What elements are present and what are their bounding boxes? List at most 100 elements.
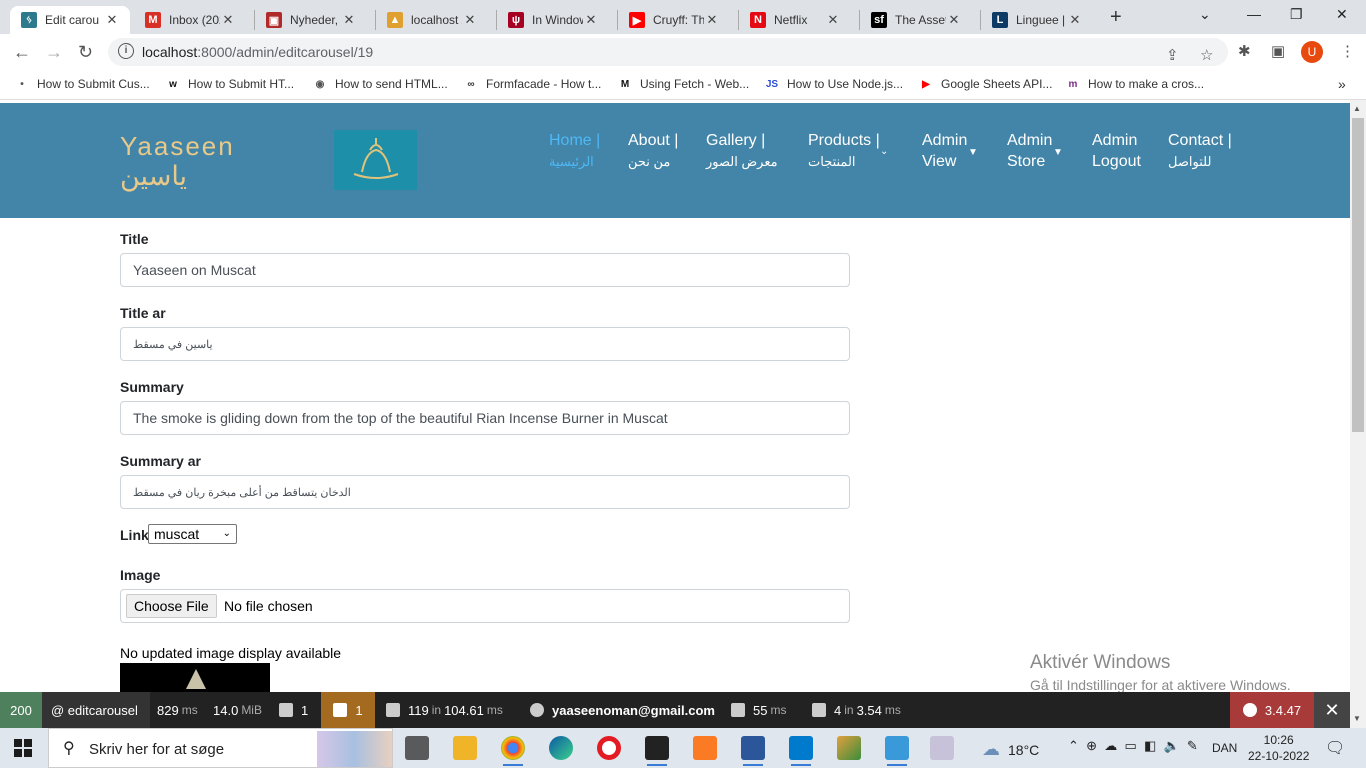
site-logo-image[interactable] — [334, 130, 417, 190]
products-caret-icon[interactable]: ⌄ — [880, 146, 888, 157]
tab-6[interactable]: ▶ Cruyff: The✕ — [618, 6, 730, 34]
tab-close-icon[interactable]: ✕ — [341, 12, 357, 28]
new-tab-button[interactable]: + — [1110, 6, 1122, 29]
windows-start-icon[interactable] — [14, 739, 32, 757]
site-logo-text[interactable]: Yaaseen ياسين — [120, 131, 235, 191]
nav-item-6[interactable]: Admin Store — [1007, 130, 1052, 172]
tab-title: Netflix — [774, 13, 808, 27]
notification-icon[interactable]: 🗨 — [1325, 738, 1345, 758]
nav-item-3[interactable]: Gallery | معرض الصور — [706, 130, 778, 172]
tab-close-icon[interactable]: ✕ — [1067, 12, 1083, 28]
minimize-button[interactable]: — — [1247, 6, 1261, 22]
opera-icon[interactable] — [597, 736, 621, 760]
bookmark-item[interactable]: M Using Fetch - Web... — [617, 76, 749, 92]
tab-close-icon[interactable]: ✕ — [220, 12, 236, 28]
nav-item-7[interactable]: Admin Logout — [1092, 130, 1141, 172]
weather-widget[interactable]: ☁ 18°C — [982, 739, 1039, 760]
sf-twig[interactable]: 119 in 104.61 ms — [386, 692, 503, 728]
restore-button[interactable]: ❐ — [1290, 6, 1303, 23]
system-tray[interactable]: ⌃ ⊕ ☁ ▭ ◧ 🔈 ✎ — [1068, 738, 1198, 754]
image-file-input[interactable]: Choose File No file chosen — [120, 589, 850, 623]
sf-user[interactable]: yaaseenoman@gmail.com — [530, 692, 715, 728]
nav-item-2[interactable]: About | من نحن — [628, 130, 678, 172]
tab-5[interactable]: ψ In Window ✕ — [497, 6, 609, 34]
edge-icon[interactable] — [549, 736, 573, 760]
sf-memory[interactable]: 14.0 MiB — [213, 692, 262, 728]
tab-close-icon[interactable]: ✕ — [583, 12, 599, 28]
taskbar-clock[interactable]: 10:26 22-10-2022 — [1248, 732, 1309, 764]
bookmark-item[interactable]: • How to Submit Cus... — [14, 76, 149, 92]
sf-route[interactable]: @ editcarousel — [42, 692, 150, 728]
title-input[interactable]: Yaaseen on Muscat — [120, 253, 850, 287]
reload-icon[interactable]: ↻ — [78, 42, 93, 63]
chrome-icon[interactable] — [501, 736, 525, 766]
vscode-icon[interactable] — [789, 736, 813, 766]
taskbar-search[interactable]: ⚲ Skriv her for at søge — [48, 728, 393, 768]
tab-close-icon[interactable]: ✕ — [462, 12, 478, 28]
bookmarks-more-icon[interactable]: » — [1338, 76, 1346, 92]
tab-close-icon[interactable]: ✕ — [825, 12, 841, 28]
bookmark-item[interactable]: ◉ How to send HTML... — [312, 76, 448, 92]
sf-status-code[interactable]: 200 — [0, 692, 42, 728]
sf-time[interactable]: 829 ms — [157, 692, 198, 728]
title-ar-input[interactable]: ياسين في مسقط — [120, 327, 850, 361]
task-view-icon[interactable] — [405, 736, 429, 760]
tab-close-icon[interactable]: ✕ — [704, 12, 720, 28]
side-panel-icon[interactable]: ▣ — [1271, 42, 1285, 60]
tab-9[interactable]: L Linguee | D✕ — [981, 6, 1093, 34]
menu-icon[interactable]: ⋮ — [1340, 42, 1355, 60]
app-icon[interactable] — [837, 736, 861, 760]
terminal-icon[interactable] — [645, 736, 669, 766]
profile-avatar[interactable]: U — [1301, 41, 1323, 63]
bookmark-item[interactable]: ▶ Google Sheets API... — [918, 76, 1052, 92]
sf-render-time[interactable]: 55 ms — [731, 692, 786, 728]
address-bar[interactable]: i localhost:8000/admin/editcarousel/19 ⇪… — [108, 38, 1228, 66]
language-indicator[interactable]: DAN — [1212, 741, 1237, 755]
admin-view-caret-icon[interactable]: ▼ — [968, 147, 978, 158]
sf-version[interactable]: 3.4.47 — [1230, 692, 1314, 728]
word-icon[interactable] — [741, 736, 765, 766]
bookmark-item[interactable]: ∞ Formfacade - How t... — [463, 76, 601, 92]
tab-close-icon[interactable]: ✕ — [104, 12, 120, 28]
notepad-icon[interactable] — [930, 736, 954, 760]
site-info-icon[interactable]: i — [118, 43, 134, 59]
bookmark-item[interactable]: JS How to Use Node.js... — [764, 76, 903, 92]
choose-file-button[interactable]: Choose File — [126, 594, 217, 618]
scroll-up-icon[interactable]: ▲ — [1353, 104, 1361, 113]
link-select[interactable]: muscat ⌄ — [148, 524, 237, 544]
sf-close-button[interactable]: ✕ — [1314, 692, 1350, 728]
file-explorer-icon[interactable] — [453, 736, 477, 760]
remote-desktop-icon[interactable] — [885, 736, 909, 766]
bookmark-item[interactable]: w How to Submit HT... — [165, 76, 294, 92]
tab-search-icon[interactable]: ⌄ — [1199, 6, 1211, 23]
nav-item-1[interactable]: Home | الرئيسية — [549, 130, 600, 172]
tab-1[interactable]: ᛃ Edit carou ✕ — [10, 6, 130, 34]
nav-item-sublabel: View — [922, 153, 957, 170]
nav-item-5[interactable]: Admin View — [922, 130, 967, 172]
page-scrollbar[interactable]: ▲ ▼ — [1350, 100, 1366, 728]
admin-store-caret-icon[interactable]: ▼ — [1053, 147, 1063, 158]
back-icon[interactable]: ← — [13, 42, 31, 63]
extensions-icon[interactable]: ✱ — [1238, 42, 1251, 60]
share-icon[interactable]: ⇪ — [1166, 46, 1179, 64]
sf-forms[interactable]: 1 — [279, 692, 308, 728]
bookmark-item[interactable]: m How to make a cros... — [1065, 76, 1205, 92]
tab-close-icon[interactable]: ✕ — [946, 12, 962, 28]
tab-7[interactable]: N Netflix ✕ — [739, 6, 851, 34]
forward-icon[interactable]: → — [45, 42, 63, 63]
sf-database[interactable]: 4 in 3.54 ms — [812, 692, 901, 728]
xampp-icon[interactable] — [693, 736, 717, 760]
close-window-button[interactable]: ✕ — [1336, 6, 1348, 23]
tab-2[interactable]: M Inbox (202✕ — [134, 6, 246, 34]
summary-ar-input[interactable]: الدخان يتساقط من أعلى مبخرة ريان في مسقط — [120, 475, 850, 509]
nav-item-4[interactable]: Products | المنتجات — [808, 130, 880, 172]
bookmark-star-icon[interactable]: ☆ — [1200, 46, 1213, 64]
tab-4[interactable]: ▲ localhost / ✕ — [376, 6, 488, 34]
sf-warnings[interactable]: 1 — [321, 692, 375, 728]
scroll-down-icon[interactable]: ▼ — [1353, 714, 1361, 723]
scroll-thumb[interactable] — [1352, 118, 1364, 432]
tab-3[interactable]: ▣ Nyheder, s✕ — [255, 6, 367, 34]
nav-item-8[interactable]: Contact | للتواصل — [1168, 130, 1232, 172]
tab-8[interactable]: sf The Asset ✕ — [860, 6, 972, 34]
summary-input[interactable]: The smoke is gliding down from the top o… — [120, 401, 850, 435]
